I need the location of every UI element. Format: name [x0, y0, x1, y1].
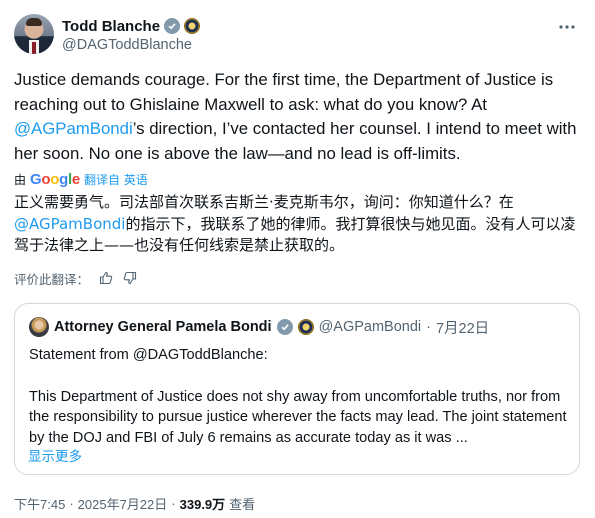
translated-from-label[interactable]: 翻译自 英语: [84, 171, 148, 188]
tweet-header: Todd Blanche @DAGToddBlanche: [14, 14, 584, 56]
tweet-date[interactable]: 2025年7月22日: [78, 494, 168, 513]
separator-dot: ·: [69, 495, 74, 511]
views-label[interactable]: 查看: [229, 494, 255, 513]
quoted-tweet-first-line: Statement from @DAGToddBlanche:: [29, 347, 268, 363]
separator-dot: ·: [171, 495, 176, 511]
thumbs-down-icon[interactable]: [123, 271, 137, 285]
author-name-row: Todd Blanche: [62, 16, 201, 36]
tweet-meta-footer: 下午7:45 · 2025年7月22日 · 339.9万 查看: [14, 494, 255, 512]
views-count[interactable]: 339.9万: [180, 494, 226, 513]
doj-seal-icon[interactable]: [184, 18, 201, 34]
tweet-text-part: Justice demands courage. For the first t…: [14, 70, 554, 114]
author-handle[interactable]: @DAGToddBlanche: [62, 37, 192, 53]
quoted-author-avatar[interactable]: [29, 317, 49, 337]
quoted-tweet-card[interactable]: Attorney General Pamela Bondi @AGPamBond…: [14, 303, 580, 475]
author-avatar[interactable]: [14, 14, 54, 54]
mention-link[interactable]: @AGPamBondi: [14, 119, 133, 138]
quoted-tweet-date[interactable]: 7月22日: [436, 317, 489, 338]
quoted-tweet-header: Attorney General Pamela Bondi @AGPamBond…: [29, 316, 489, 338]
doj-seal-icon[interactable]: [297, 319, 314, 335]
translated-text-part: 正义需要勇气。司法部首次联系吉斯兰·麦克斯韦尔，询问：你知道什么？在: [14, 193, 514, 211]
separator-dot: ·: [426, 319, 431, 335]
verified-badge-icon[interactable]: [164, 18, 181, 34]
rate-translation-label: 评价此翻译：: [14, 271, 90, 287]
mention-link[interactable]: @AGPamBondi: [14, 215, 125, 233]
rate-translation-row: 评价此翻译：: [14, 269, 137, 287]
show-more-link[interactable]: 显示更多: [28, 445, 82, 465]
translated-text: 正义需要勇气。司法部首次联系吉斯兰·麦克斯韦尔，询问：你知道什么？在 @AGPam…: [14, 192, 582, 257]
tweet-time[interactable]: 下午7:45: [14, 494, 65, 513]
more-horizontal-icon[interactable]: [556, 16, 578, 38]
quoted-tweet-body: This Department of Justice does not shy …: [29, 388, 567, 447]
google-logo: Google: [30, 170, 80, 188]
translation-attribution: 由 Google 翻译自 英语: [14, 170, 148, 188]
verified-badge-icon[interactable]: [276, 319, 293, 335]
quoted-author-display-name[interactable]: Attorney General Pamela Bondi: [54, 319, 272, 335]
tweet-text: Justice demands courage. For the first t…: [14, 68, 582, 166]
quoted-author-handle[interactable]: @AGPamBondi: [319, 319, 422, 335]
translation-by-label: 由: [14, 172, 27, 187]
author-display-name[interactable]: Todd Blanche: [62, 18, 160, 35]
thumbs-up-icon[interactable]: [99, 271, 113, 285]
quoted-tweet-text: Statement from @DAGToddBlanche: This Dep…: [29, 345, 569, 449]
